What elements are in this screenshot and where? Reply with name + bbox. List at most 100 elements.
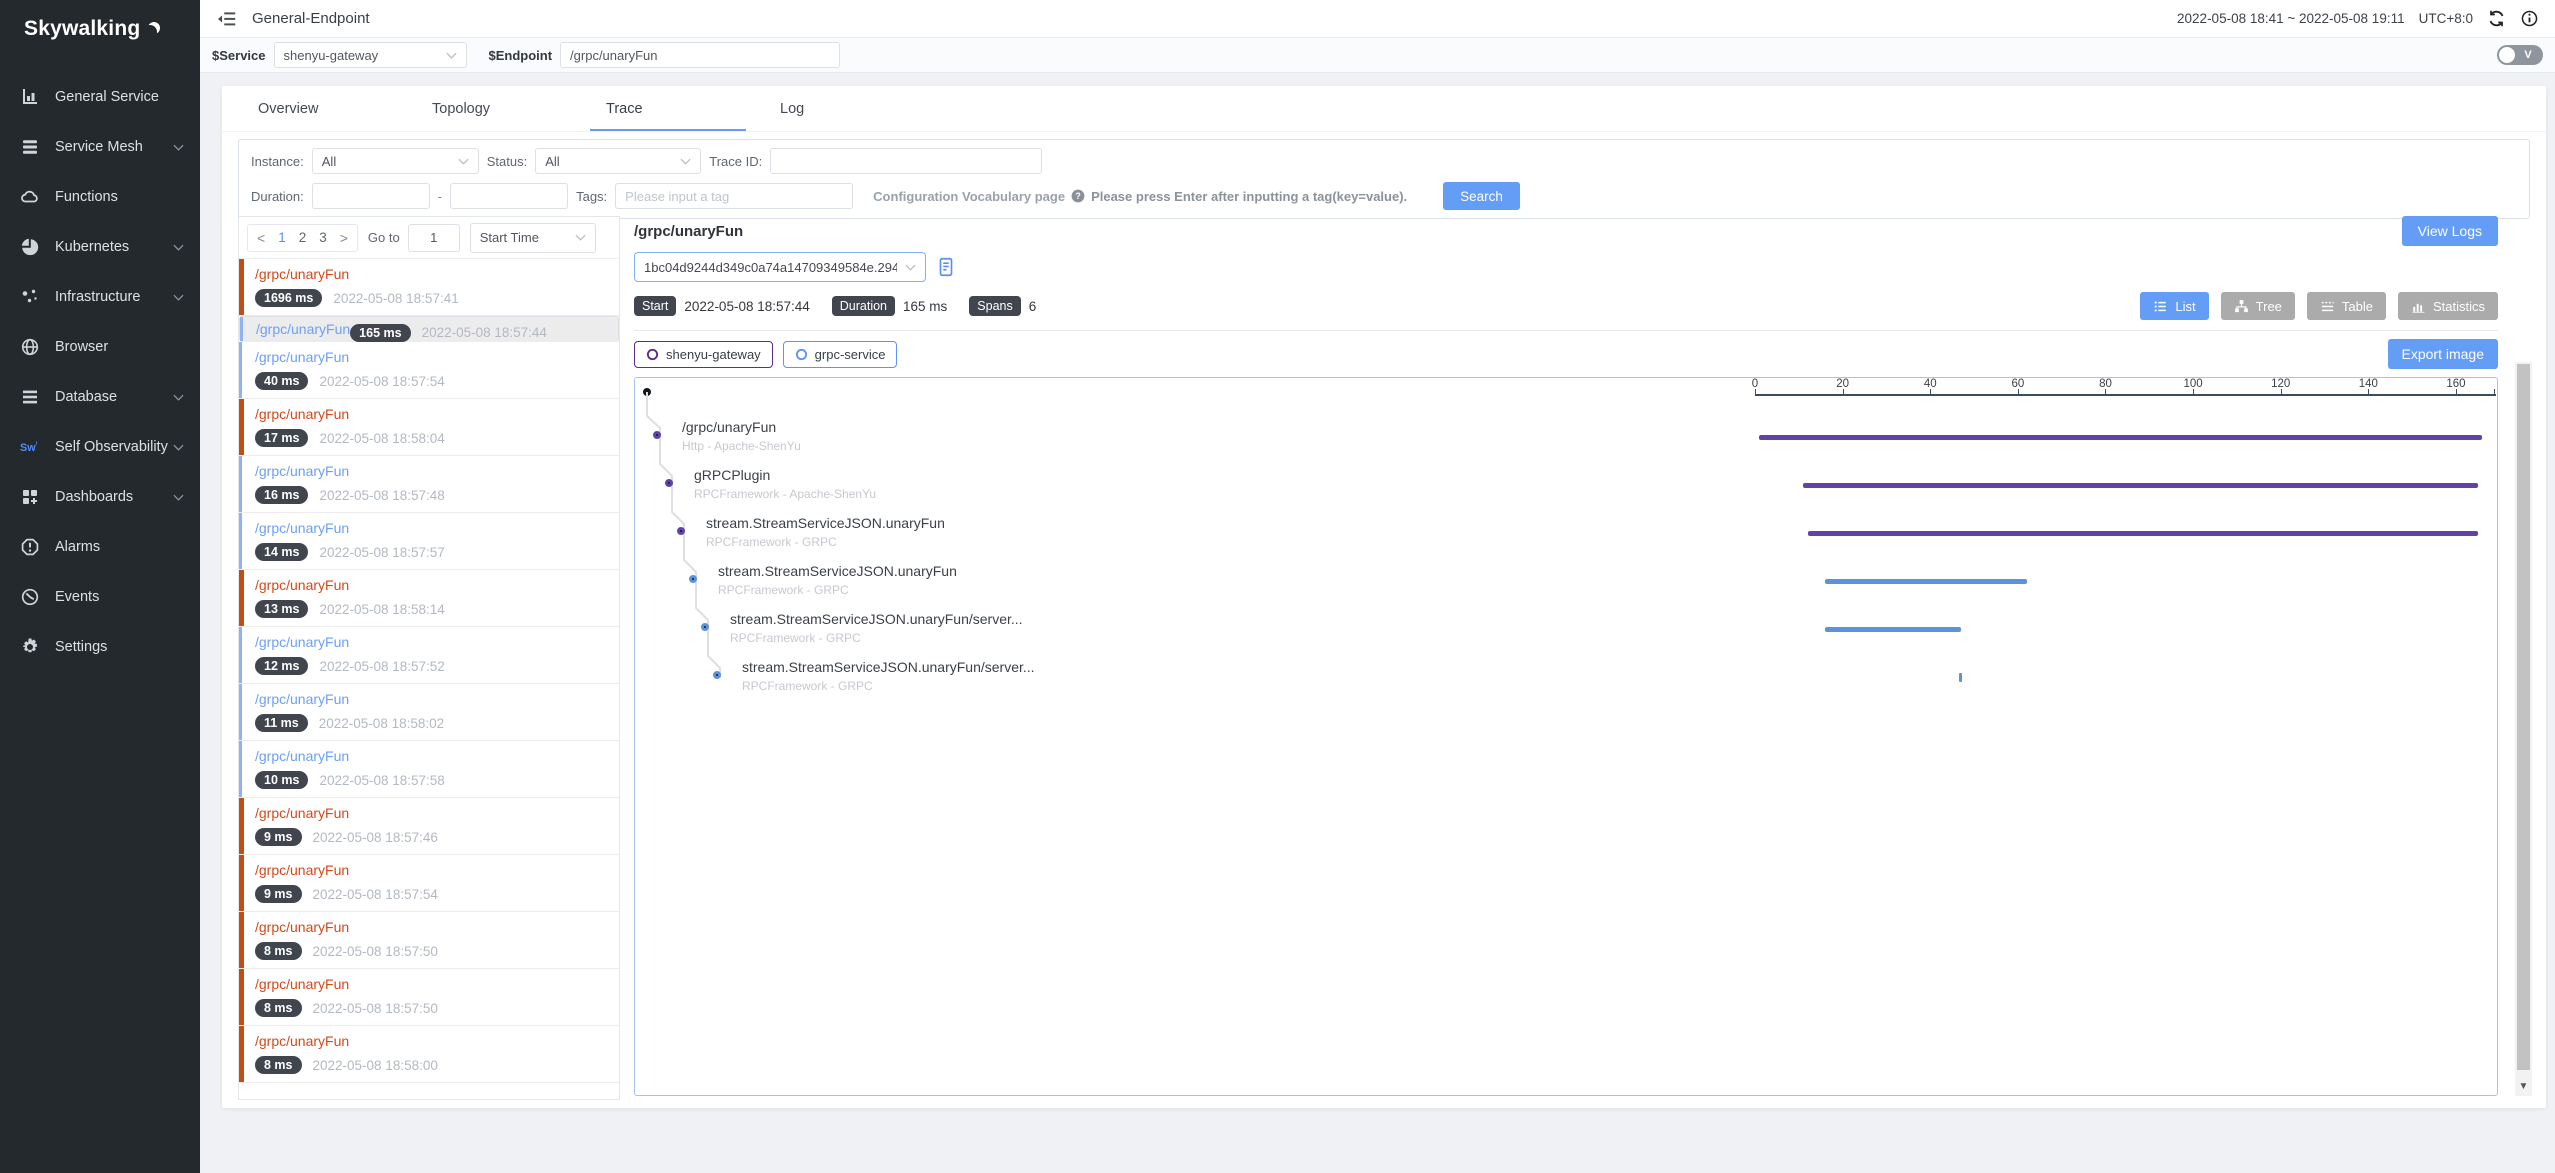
app-logo[interactable]: Skywalking (0, 0, 200, 58)
trace-timestamp: 2022-05-08 18:57:50 (313, 1001, 438, 1016)
copy-trace-id-icon[interactable] (935, 256, 957, 278)
view-mode-tree[interactable]: Tree (2221, 292, 2295, 320)
span-duration-bar[interactable] (1803, 483, 2478, 488)
tab-topology[interactable]: Topology (432, 86, 606, 131)
span-row[interactable]: stream.StreamServiceJSON.unaryFun/server… (701, 611, 1023, 646)
tab-log[interactable]: Log (780, 86, 954, 131)
service-selector-label: $Service (212, 48, 266, 63)
trace-list-item[interactable]: /grpc/unaryFun 9 ms 2022-05-08 18:57:46 (239, 798, 619, 855)
time-range[interactable]: 2022-05-08 18:41 ~ 2022-05-08 19:11 (2177, 11, 2405, 26)
endpoint-input[interactable] (560, 42, 840, 68)
refresh-icon[interactable] (2487, 9, 2506, 28)
search-button[interactable]: Search (1443, 182, 1520, 210)
trace-list-item[interactable]: /grpc/unaryFun 17 ms 2022-05-08 18:58:04 (239, 399, 619, 456)
globe-icon (20, 337, 40, 357)
sidebar-item-service-mesh[interactable]: Service Mesh (0, 122, 200, 172)
sidebar-item-dashboards[interactable]: Dashboards (0, 472, 200, 522)
trace-list-item[interactable]: /grpc/unaryFun 8 ms 2022-05-08 18:57:50 (239, 912, 619, 969)
collapse-sidebar-icon[interactable] (216, 8, 238, 30)
sidebar-item-functions[interactable]: Functions (0, 172, 200, 222)
trace-items: /grpc/unaryFun 1696 ms 2022-05-08 18:57:… (239, 259, 619, 1099)
help-icon[interactable]: ? (1070, 188, 1086, 204)
span-name: stream.StreamServiceJSON.unaryFun (718, 563, 957, 580)
spans-badge: Spans (969, 296, 1020, 316)
sidebar-item-browser[interactable]: Browser (0, 322, 200, 372)
trace-list-item[interactable]: /grpc/unaryFun 13 ms 2022-05-08 18:58:14 (239, 570, 619, 627)
span-row[interactable]: /grpc/unaryFun Http - Apache-ShenYu (653, 419, 801, 454)
alert-icon (20, 537, 40, 557)
vocab-link[interactable]: Configuration Vocabulary page (873, 189, 1065, 204)
trace-id-input[interactable] (770, 148, 1042, 174)
next-page-button[interactable]: > (340, 230, 348, 246)
trace-list-item[interactable]: /grpc/unaryFun 16 ms 2022-05-08 18:57:48 (239, 456, 619, 513)
service-legend-shenyu-gateway[interactable]: shenyu-gateway (634, 341, 773, 368)
chevron-down-icon (173, 494, 184, 501)
instance-select[interactable]: All (312, 148, 479, 174)
span-row[interactable]: stream.StreamServiceJSON.unaryFun RPCFra… (677, 515, 945, 550)
trace-list-item[interactable]: /grpc/unaryFun 14 ms 2022-05-08 18:57:57 (239, 513, 619, 570)
version-toggle[interactable]: V (2497, 45, 2543, 65)
duration-value: 165 ms (903, 299, 947, 314)
trace-list-item[interactable]: /grpc/unaryFun 12 ms 2022-05-08 18:57:52 (239, 627, 619, 684)
trace-timestamp: 2022-05-08 18:57:50 (313, 944, 438, 959)
export-image-button[interactable]: Export image (2388, 339, 2498, 369)
page-number-3[interactable]: 3 (319, 230, 327, 245)
trace-list-item[interactable]: /grpc/unaryFun 11 ms 2022-05-08 18:58:02 (239, 684, 619, 741)
trace-endpoint: /grpc/unaryFun (256, 322, 350, 337)
sidebar-item-settings[interactable]: Settings (0, 622, 200, 672)
trace-list-item[interactable]: /grpc/unaryFun 10 ms 2022-05-08 18:57:58 (239, 741, 619, 798)
database-icon (20, 387, 40, 407)
duration-separator: - (438, 189, 442, 204)
view-logs-button[interactable]: View Logs (2402, 216, 2498, 246)
service-select[interactable]: shenyu-gateway (274, 42, 467, 68)
trace-list-item[interactable]: /grpc/unaryFun 8 ms 2022-05-08 18:57:50 (239, 969, 619, 1026)
timezone[interactable]: UTC+8:0 (2419, 11, 2473, 26)
trace-id-select[interactable]: 1bc04d9244d349c0a74a14709349584e.294.165… (634, 252, 926, 282)
span-row[interactable]: stream.StreamServiceJSON.unaryFun RPCFra… (689, 563, 957, 598)
view-mode-statistics[interactable]: Statistics (2398, 292, 2498, 320)
circle-icon (795, 348, 808, 361)
tags-label: Tags: (576, 189, 607, 204)
trace-list-item[interactable]: /grpc/unaryFun 8 ms 2022-05-08 18:58:00 (239, 1026, 619, 1083)
trace-list-item[interactable]: /grpc/unaryFun 40 ms 2022-05-08 18:57:54 (239, 342, 619, 399)
span-layer: RPCFramework - GRPC (730, 631, 1023, 646)
sidebar-item-infrastructure[interactable]: Infrastructure (0, 272, 200, 322)
trace-list-item[interactable]: /grpc/unaryFun 9 ms 2022-05-08 18:57:54 (239, 855, 619, 912)
info-icon[interactable] (2520, 9, 2539, 28)
view-mode-list[interactable]: List (2140, 292, 2208, 320)
span-row[interactable]: gRPCPlugin RPCFramework - Apache-ShenYu (665, 467, 876, 502)
start-badge: Start (634, 296, 676, 316)
service-legend-grpc-service[interactable]: grpc-service (783, 341, 898, 368)
span-duration-bar[interactable] (1825, 627, 1961, 632)
goto-page-input[interactable] (408, 224, 460, 252)
span-duration-bar[interactable] (1959, 673, 1962, 682)
tags-input[interactable] (615, 183, 853, 209)
scroll-down-arrow[interactable]: ▼ (2515, 1081, 2532, 1092)
span-duration-bar[interactable] (1808, 531, 2478, 536)
sidebar-item-self-observability[interactable]: Sw Self Observability (0, 422, 200, 472)
tab-overview[interactable]: Overview (258, 86, 432, 131)
sidebar-item-database[interactable]: Database (0, 372, 200, 422)
sidebar-item-events[interactable]: Events (0, 572, 200, 622)
duration-max-input[interactable] (450, 183, 568, 209)
trace-list-item[interactable]: /grpc/unaryFun 1696 ms 2022-05-08 18:57:… (239, 259, 619, 316)
scrollbar-thumb[interactable] (2517, 364, 2530, 1070)
trace-timestamp: 2022-05-08 18:57:58 (319, 773, 444, 788)
page-number-1[interactable]: 1 (278, 230, 286, 245)
view-mode-table[interactable]: Table (2307, 292, 2386, 320)
prev-page-button[interactable]: < (257, 230, 265, 246)
trace-list-item[interactable]: /grpc/unaryFun 165 ms 2022-05-08 18:57:4… (239, 316, 619, 342)
status-select[interactable]: All (535, 148, 701, 174)
sidebar-item-alarms[interactable]: Alarms (0, 522, 200, 572)
trace-endpoint: /grpc/unaryFun (255, 350, 607, 365)
sidebar-item-kubernetes[interactable]: Kubernetes (0, 222, 200, 272)
duration-min-input[interactable] (312, 183, 430, 209)
span-duration-bar[interactable] (1825, 579, 2027, 584)
span-duration-bar[interactable] (1759, 435, 2482, 440)
sidebar-item-general-service[interactable]: General Service (0, 72, 200, 122)
sort-select[interactable]: Start Time (470, 223, 596, 253)
trace-list-panel: < 123 > Go to Start Time /grpc/unaryFun … (238, 216, 620, 1100)
tab-trace[interactable]: Trace (606, 86, 780, 131)
span-row[interactable]: stream.StreamServiceJSON.unaryFun/server… (713, 659, 1035, 694)
page-number-2[interactable]: 2 (299, 230, 307, 245)
